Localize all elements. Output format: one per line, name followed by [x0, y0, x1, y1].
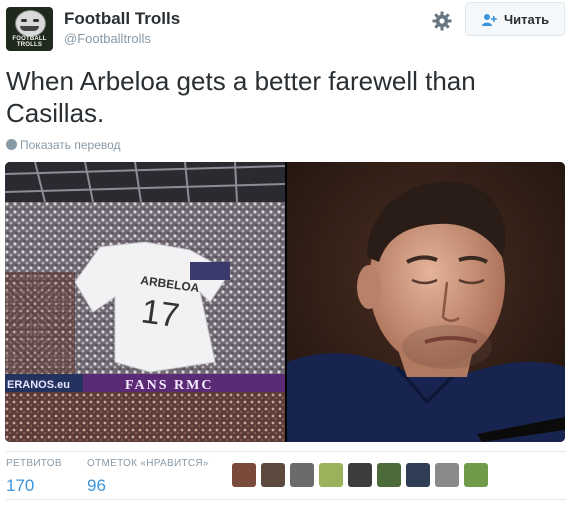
- liker-avatar[interactable]: [348, 463, 372, 487]
- likes-stat[interactable]: ОТМЕТОК «НРАВИТСЯ» 96: [87, 458, 209, 496]
- avatar-brand-text: FOOTBALL TROLLS: [12, 36, 47, 48]
- stats-divider-top: [6, 451, 566, 452]
- likes-count: 96: [87, 476, 106, 495]
- translate-link[interactable]: Показать перевод: [6, 138, 121, 152]
- ad-board-text: ERANOS.eu: [7, 379, 70, 391]
- avatar[interactable]: FOOTBALL TROLLS: [6, 7, 53, 51]
- photo-arbeloa-tifo[interactable]: ARBELOA 17 ERANOS.eu FANS RMC: [5, 162, 285, 442]
- display-name[interactable]: Football Trolls: [64, 9, 180, 29]
- add-user-icon: [482, 14, 497, 26]
- follow-button-label: Читать: [504, 12, 550, 27]
- fans-banner-text: FANS RMC: [125, 378, 213, 393]
- trollface-icon: [15, 10, 46, 37]
- likes-label: ОТМЕТОК «НРАВИТСЯ»: [87, 458, 209, 469]
- liker-avatar[interactable]: [261, 463, 285, 487]
- globe-icon: [6, 139, 17, 150]
- tweet-header: FOOTBALL TROLLS Football Trolls @Footbal…: [0, 0, 582, 58]
- follow-button[interactable]: Читать: [465, 2, 565, 36]
- liker-avatar[interactable]: [377, 463, 401, 487]
- trollface-mouth: [20, 26, 39, 31]
- retweets-stat[interactable]: РЕТВИТОВ 170: [6, 458, 62, 496]
- liker-avatar[interactable]: [290, 463, 314, 487]
- photo-casillas[interactable]: [287, 162, 565, 442]
- gear-icon[interactable]: [432, 11, 452, 31]
- liker-avatar[interactable]: [464, 463, 488, 487]
- shirt-number-text: 17: [139, 292, 182, 335]
- stats-divider-bottom: [6, 499, 566, 500]
- tweet-media[interactable]: ARBELOA 17 ERANOS.eu FANS RMC: [5, 162, 565, 442]
- liker-avatar[interactable]: [319, 463, 343, 487]
- liker-avatar[interactable]: [232, 463, 256, 487]
- tweet-text: When Arbeloa gets a better farewell than…: [6, 66, 476, 128]
- retweets-count: 170: [6, 476, 35, 495]
- retweets-label: РЕТВИТОВ: [6, 458, 62, 469]
- liker-avatar[interactable]: [406, 463, 430, 487]
- translate-label: Показать перевод: [20, 138, 121, 152]
- liker-avatar[interactable]: [435, 463, 459, 487]
- user-handle[interactable]: @Footballtrolls: [64, 31, 151, 46]
